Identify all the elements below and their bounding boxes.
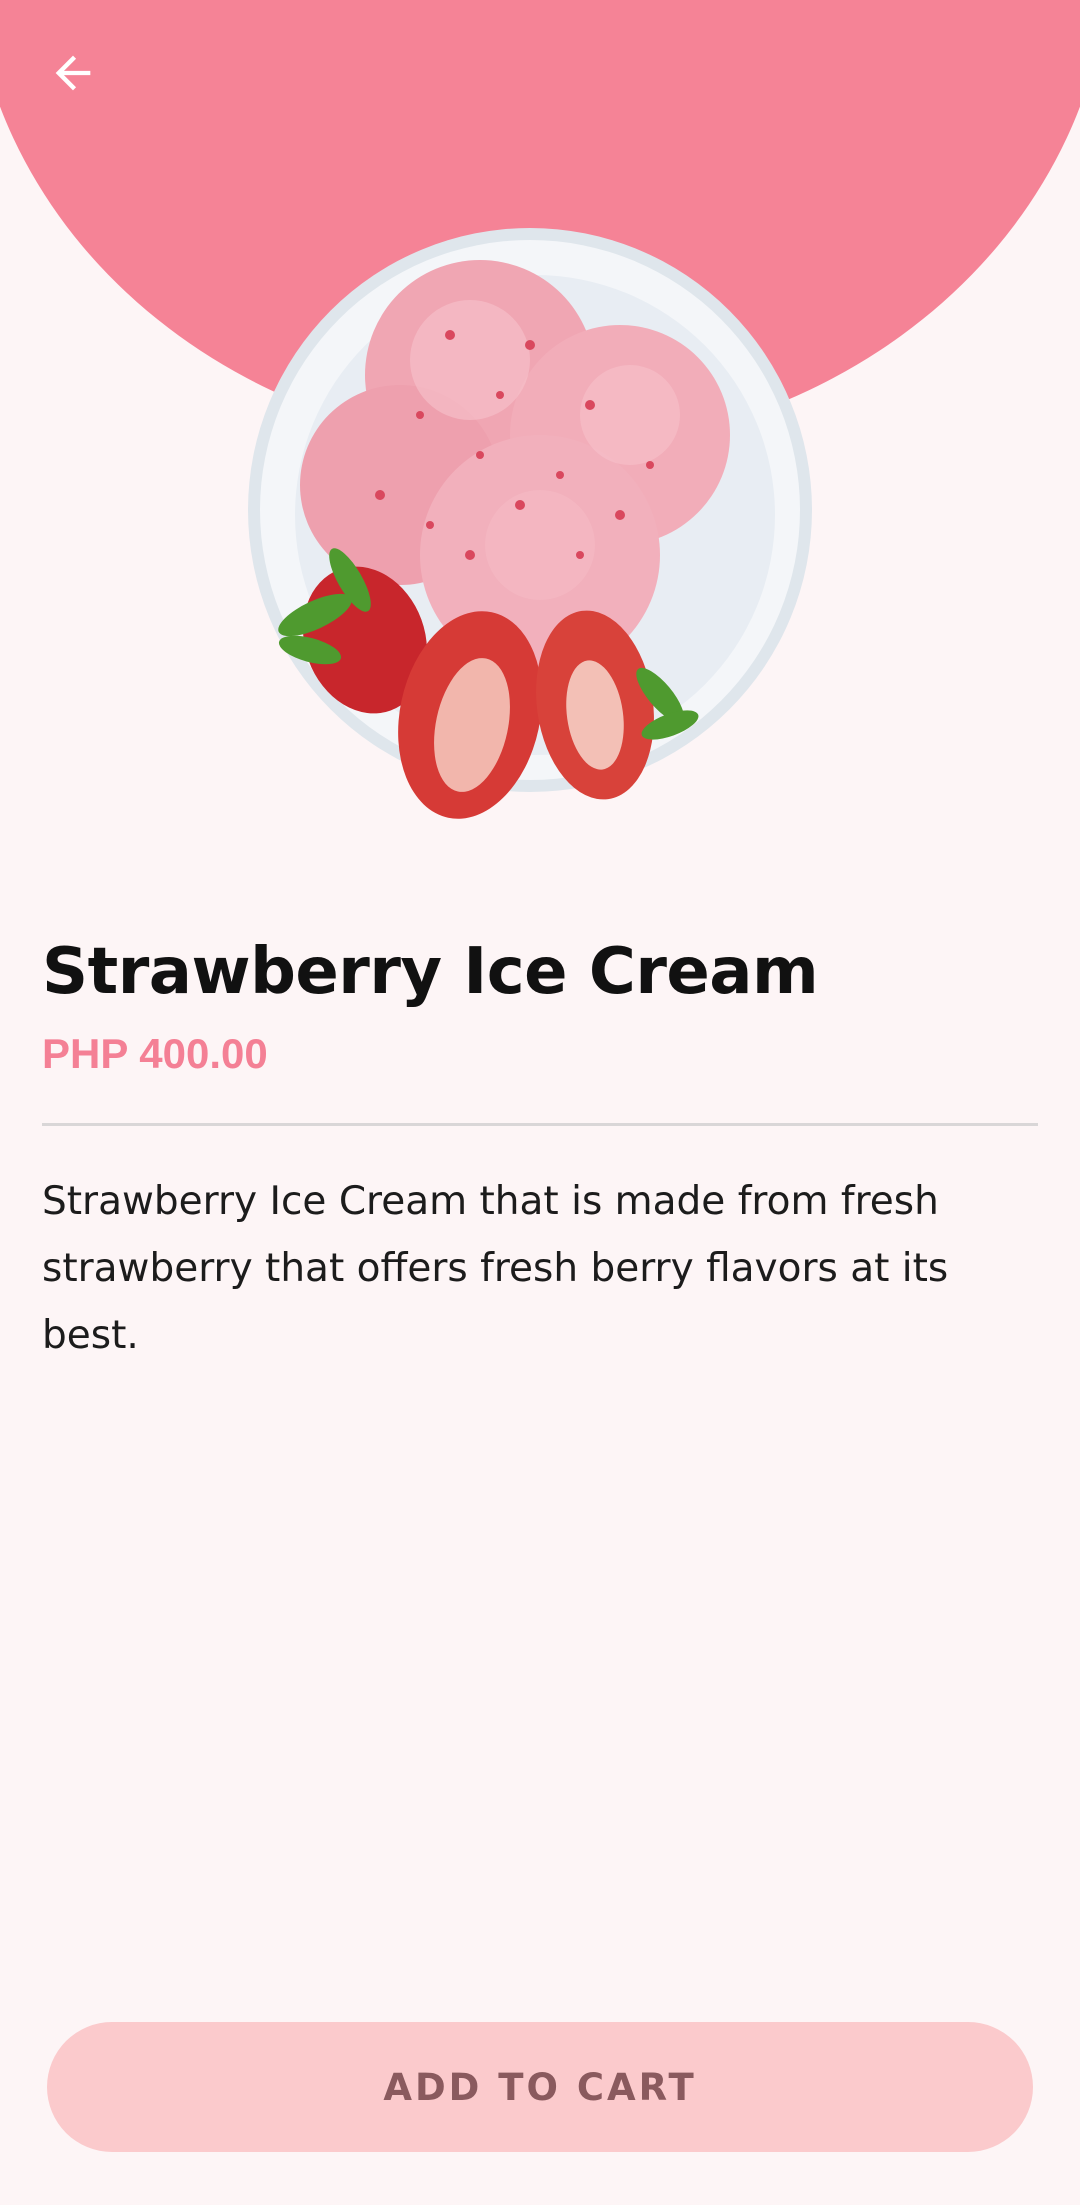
- back-button[interactable]: [30, 30, 116, 116]
- product-price: PHP 400.00: [42, 1030, 268, 1077]
- add-to-cart-button[interactable]: ADD TO CART: [47, 2022, 1033, 2152]
- product-image: [248, 228, 812, 819]
- arrow-left-icon: [55, 55, 91, 91]
- product-description: Strawberry Ice Cream that is made from f…: [42, 1179, 949, 1358]
- divider: [42, 1123, 1038, 1126]
- product-title: Strawberry Ice Cream: [42, 935, 819, 1009]
